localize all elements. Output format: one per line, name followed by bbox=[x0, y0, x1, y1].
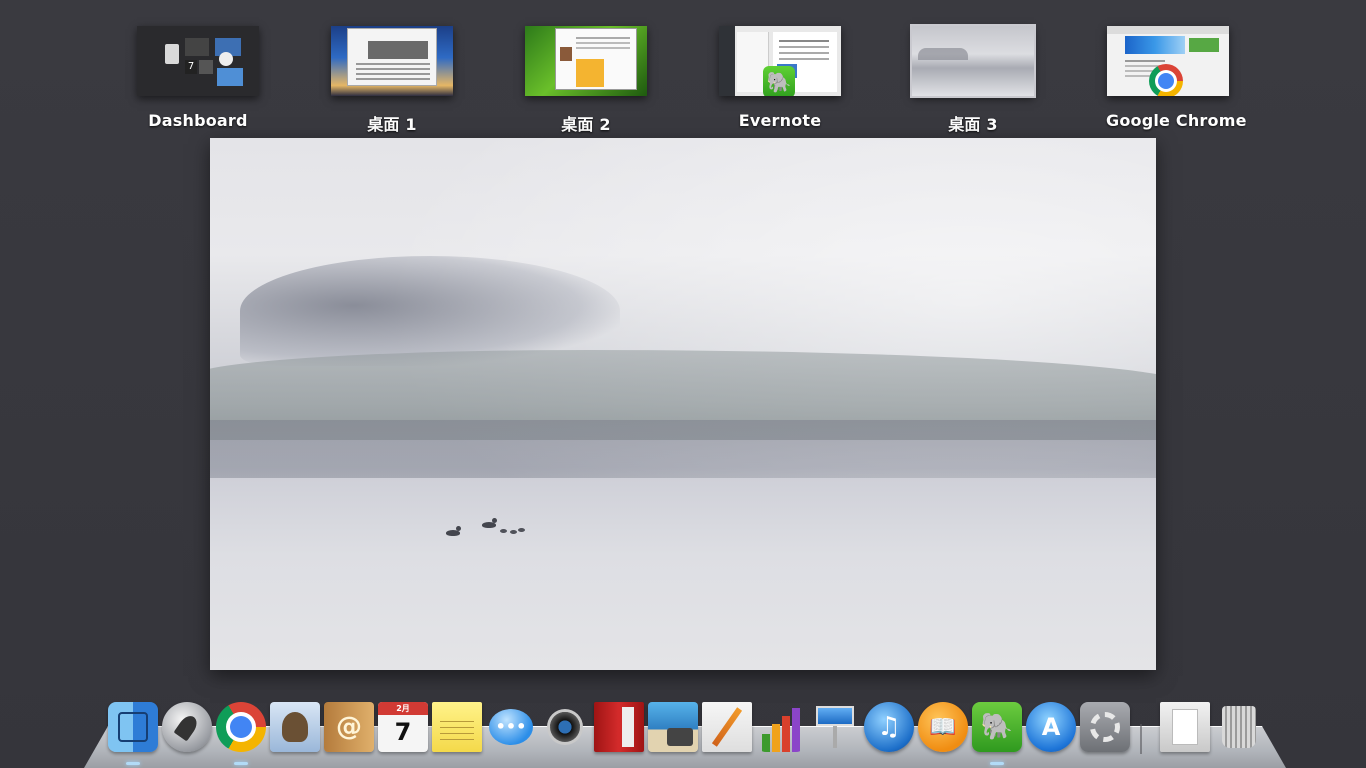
trash-icon[interactable] bbox=[1214, 702, 1264, 752]
space-thumbnail-desktop-2[interactable] bbox=[525, 26, 647, 96]
space-evernote[interactable]: 🐘 Evernote bbox=[718, 26, 842, 130]
calendar-day: 7 bbox=[394, 718, 412, 746]
ibooks-glyph: 📖 bbox=[929, 714, 957, 740]
notes-icon[interactable] bbox=[432, 702, 482, 752]
page-banner bbox=[1125, 36, 1185, 54]
app-store-glyph: A bbox=[1041, 713, 1061, 741]
running-indicator bbox=[990, 762, 1004, 765]
ibooks-icon[interactable]: 📖 bbox=[918, 702, 968, 752]
finder-icon[interactable] bbox=[108, 702, 158, 752]
space-thumbnail-google-chrome[interactable] bbox=[1107, 26, 1229, 96]
wallpaper-trees bbox=[918, 48, 968, 60]
space-thumbnail-evernote[interactable]: 🐘 bbox=[719, 26, 841, 96]
evernote-icon[interactable]: 🐘 bbox=[972, 702, 1022, 752]
keynote-icon[interactable] bbox=[810, 702, 860, 752]
chrome-icon bbox=[1149, 64, 1183, 96]
documents-stack-icon[interactable] bbox=[1160, 702, 1210, 752]
duckling bbox=[518, 528, 525, 532]
space-thumbnail-desktop-1[interactable] bbox=[331, 26, 453, 96]
window-content bbox=[356, 63, 430, 65]
iphoto-icon[interactable] bbox=[648, 702, 698, 752]
evernote-elephant-icon: 🐘 bbox=[763, 66, 795, 96]
spaces-bar: 7 Dashboard 桌面 1 桌面 2 🐘 Evernote 桌面 3 Go… bbox=[0, 0, 1366, 136]
running-indicator bbox=[126, 762, 140, 765]
space-desktop-2[interactable]: 桌面 2 bbox=[524, 26, 648, 135]
space-label: 桌面 2 bbox=[561, 115, 611, 134]
space-desktop-1[interactable]: 桌面 1 bbox=[330, 26, 454, 135]
space-thumbnail-desktop-3[interactable] bbox=[910, 24, 1036, 98]
pages-icon[interactable] bbox=[702, 702, 752, 752]
messages-glyph: ••• bbox=[489, 709, 533, 745]
mail-eagle-icon[interactable] bbox=[270, 702, 320, 752]
itunes-icon[interactable]: ♫ bbox=[864, 702, 914, 752]
contacts-icon[interactable]: @ bbox=[324, 702, 374, 752]
weather-widget-icon bbox=[217, 68, 243, 86]
chrome-icon[interactable] bbox=[216, 702, 266, 752]
duckling bbox=[500, 529, 507, 533]
page-text bbox=[1125, 60, 1165, 62]
photo-thumbnail bbox=[560, 47, 572, 61]
duck bbox=[482, 518, 497, 528]
space-label: Google Chrome bbox=[1106, 111, 1247, 130]
desktop-preview-wallpaper[interactable] bbox=[210, 138, 1156, 670]
numbers-icon[interactable] bbox=[756, 702, 806, 752]
window-thumbnail bbox=[555, 28, 637, 90]
calendar-icon[interactable]: 2月 7 bbox=[378, 702, 428, 752]
space-label: 桌面 1 bbox=[367, 115, 417, 134]
window-content bbox=[368, 41, 428, 59]
app-store-icon[interactable]: A bbox=[1026, 702, 1076, 752]
calendar-month: 2月 bbox=[378, 702, 428, 715]
browser-toolbar bbox=[1107, 26, 1229, 34]
photo-booth-icon[interactable] bbox=[594, 702, 644, 752]
lake-reflection bbox=[210, 478, 1156, 670]
calculator-widget-icon bbox=[165, 44, 179, 64]
evernote-glyph: 🐘 bbox=[980, 712, 1014, 742]
space-label: Evernote bbox=[738, 111, 822, 130]
contacts-glyph: @ bbox=[336, 712, 362, 742]
space-label: Dashboard bbox=[148, 111, 248, 130]
calendar-widget: 7 bbox=[185, 60, 197, 74]
window-content bbox=[576, 37, 630, 39]
window-content bbox=[576, 59, 604, 87]
dock-separator bbox=[1140, 724, 1142, 754]
clock-widget-icon bbox=[219, 52, 233, 66]
window-thumbnail bbox=[347, 28, 437, 86]
dock: @ 2月 7 ••• ♫ 📖 🐘 A bbox=[104, 702, 1274, 765]
page-image bbox=[1189, 38, 1219, 52]
widget-icon bbox=[185, 38, 209, 56]
space-desktop-3[interactable]: 桌面 3 bbox=[910, 24, 1036, 135]
messages-icon[interactable]: ••• bbox=[486, 702, 536, 752]
facetime-icon[interactable] bbox=[540, 702, 590, 752]
duckling bbox=[510, 530, 517, 534]
space-thumbnail-dashboard[interactable]: 7 bbox=[137, 26, 259, 96]
widget-icon bbox=[199, 60, 213, 74]
space-label: 桌面 3 bbox=[948, 115, 998, 134]
duck bbox=[446, 526, 461, 536]
gear-icon[interactable] bbox=[1080, 702, 1130, 752]
itunes-glyph: ♫ bbox=[877, 712, 901, 742]
evernote-sidebar bbox=[719, 26, 735, 96]
rocket-icon[interactable] bbox=[162, 702, 212, 752]
running-indicator bbox=[234, 762, 248, 765]
space-dashboard[interactable]: 7 Dashboard bbox=[136, 26, 260, 130]
space-google-chrome[interactable]: Google Chrome bbox=[1106, 26, 1247, 130]
